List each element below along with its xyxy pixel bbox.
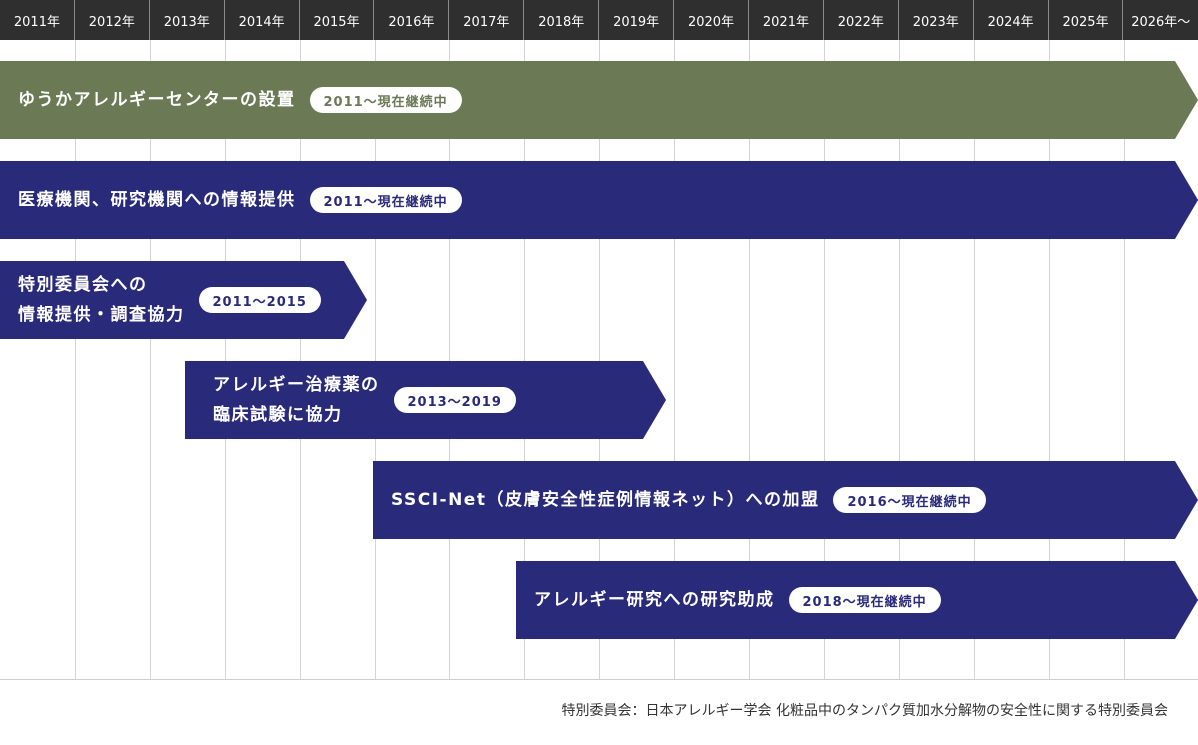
year-label: 2018年	[524, 0, 600, 40]
timeline-bar: SSCI-Net（皮膚安全性症例情報ネット）への加盟 2016〜現在継続中	[373, 461, 1198, 539]
bar-label: 特別委員会への情報提供・調査協力	[18, 270, 185, 330]
bar-label-line: 医療機関、研究機関への情報提供	[18, 190, 296, 210]
bar-label-line: アレルギー治療薬の	[213, 375, 380, 395]
year-label: 2019年	[599, 0, 675, 40]
bar-label-line: ゆうかアレルギーセンターの設置	[18, 90, 296, 110]
period-badge: 2013〜2019	[394, 387, 516, 413]
year-label: 2014年	[225, 0, 300, 40]
bar-label-line: 特別委員会への	[18, 275, 148, 295]
year-header: 2011年 2012年 2013年 2014年 2015年 2016年 2017年 2018年…	[0, 0, 1198, 40]
bar-label: SSCI-Net（皮膚安全性症例情報ネット）への加盟	[391, 485, 819, 515]
period-badge: 2018〜現在継続中	[789, 587, 941, 613]
timeline-chart: 2011年 2012年 2013年 2014年 2015年 2016年 2017年 2018年…	[0, 0, 1198, 680]
period-badge: 2011〜現在継続中	[310, 87, 462, 113]
year-label: 2016年	[375, 0, 450, 40]
year-label: 2022年	[824, 0, 899, 40]
bar-label-line: 臨床試験に協力	[213, 405, 343, 425]
bar-label-line: 情報提供・調査協力	[18, 305, 185, 325]
year-label: 2021年	[749, 0, 824, 40]
timeline-bar: 医療機関、研究機関への情報提供 2011〜現在継続中	[0, 161, 1198, 239]
bar-label: アレルギー研究への研究助成	[534, 585, 775, 615]
timeline-bar: アレルギー治療薬の 臨床試験に協力 2013〜2019	[185, 361, 666, 439]
year-label: 2023年	[899, 0, 974, 40]
bar-label-line: アレルギー研究への研究助成	[534, 590, 775, 610]
period-badge: 2011〜現在継続中	[310, 187, 462, 213]
timeline-bar: 特別委員会への情報提供・調査協力 2011〜2015	[0, 261, 367, 339]
period-badge: 2016〜現在継続中	[833, 487, 985, 513]
year-label: 2024年	[974, 0, 1049, 40]
year-label: 2012年	[75, 0, 150, 40]
period-badge: 2011〜2015	[199, 287, 321, 313]
bar-label-line: SSCI-Net（皮膚安全性症例情報ネット）への加盟	[391, 490, 820, 510]
timeline-bar: アレルギー研究への研究助成 2018〜現在継続中	[516, 561, 1198, 639]
year-label: 2026年〜	[1131, 14, 1191, 30]
year-label: 2025年	[1049, 0, 1124, 40]
bar-label: 医療機関、研究機関への情報提供	[18, 185, 296, 215]
footnote: 特別委員会：日本アレルギー学会 化粧品中のタンパク質加水分解物の安全性に関する特…	[561, 703, 1168, 719]
year-label: 2011年	[0, 0, 75, 40]
timeline-bar: ゆうかアレルギーセンターの設置 2011〜現在継続中	[0, 61, 1198, 139]
year-label: 2020年	[674, 0, 749, 40]
year-label: 2013年	[150, 0, 225, 40]
year-label: 2017年	[449, 0, 525, 40]
bar-label: アレルギー治療薬の 臨床試験に協力	[213, 370, 380, 430]
bar-label: ゆうかアレルギーセンターの設置	[18, 85, 296, 115]
year-label: 2015年	[300, 0, 375, 40]
